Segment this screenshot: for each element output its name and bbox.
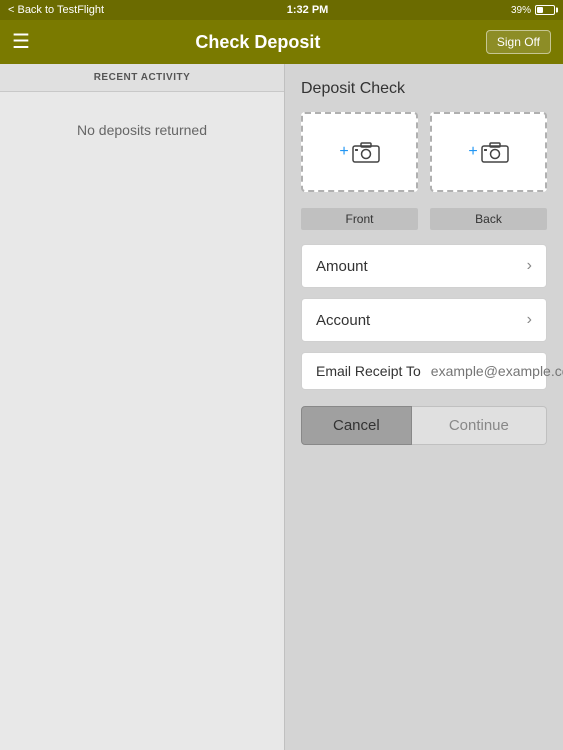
battery-icon xyxy=(535,5,555,15)
back-label: Back xyxy=(430,208,547,230)
back-plus-icon: + xyxy=(468,143,477,161)
status-time: 1:32 PM xyxy=(287,4,329,16)
email-receipt-input[interactable] xyxy=(431,363,563,379)
amount-field[interactable]: Amount › xyxy=(301,244,547,288)
account-chevron-icon: › xyxy=(527,311,532,329)
amount-chevron-icon: › xyxy=(527,257,532,275)
cancel-button[interactable]: Cancel xyxy=(301,406,412,445)
photo-label-bar: Front Back xyxy=(301,208,547,230)
amount-label: Amount xyxy=(316,258,368,275)
battery-fill xyxy=(537,7,543,13)
left-panel: RECENT ACTIVITY No deposits returned xyxy=(0,64,285,750)
account-field[interactable]: Account › xyxy=(301,298,547,342)
email-receipt-row: Email Receipt To xyxy=(301,352,547,390)
front-photo-box[interactable]: + xyxy=(301,112,418,192)
main-content: RECENT ACTIVITY No deposits returned Dep… xyxy=(0,64,563,750)
back-to-testflight-link[interactable]: < Back to TestFlight xyxy=(8,4,104,16)
menu-icon[interactable]: ☰ xyxy=(12,32,30,52)
account-label: Account xyxy=(316,312,370,329)
sign-off-button[interactable]: Sign Off xyxy=(486,30,551,54)
deposit-check-title: Deposit Check xyxy=(301,80,547,98)
photo-row: + + xyxy=(301,112,547,192)
continue-button[interactable]: Continue xyxy=(412,406,547,445)
back-camera-icon-wrap: + xyxy=(468,141,508,163)
front-camera-icon-wrap: + xyxy=(339,141,379,163)
front-plus-icon: + xyxy=(339,143,348,161)
button-row: Cancel Continue xyxy=(301,406,547,445)
nav-bar: ☰ Check Deposit Sign Off xyxy=(0,20,563,64)
recent-activity-header: RECENT ACTIVITY xyxy=(0,64,284,92)
back-photo-box[interactable]: + xyxy=(430,112,547,192)
back-camera-icon xyxy=(481,141,509,163)
email-receipt-label: Email Receipt To xyxy=(316,363,421,379)
battery-percent: 39% xyxy=(511,5,531,16)
front-camera-icon xyxy=(352,141,380,163)
right-panel: Deposit Check + + xyxy=(285,64,563,750)
front-label: Front xyxy=(301,208,418,230)
page-title: Check Deposit xyxy=(30,32,486,53)
status-indicators: 39% xyxy=(511,5,555,16)
no-deposits-message: No deposits returned xyxy=(0,102,284,158)
status-bar: < Back to TestFlight 1:32 PM 39% xyxy=(0,0,563,20)
